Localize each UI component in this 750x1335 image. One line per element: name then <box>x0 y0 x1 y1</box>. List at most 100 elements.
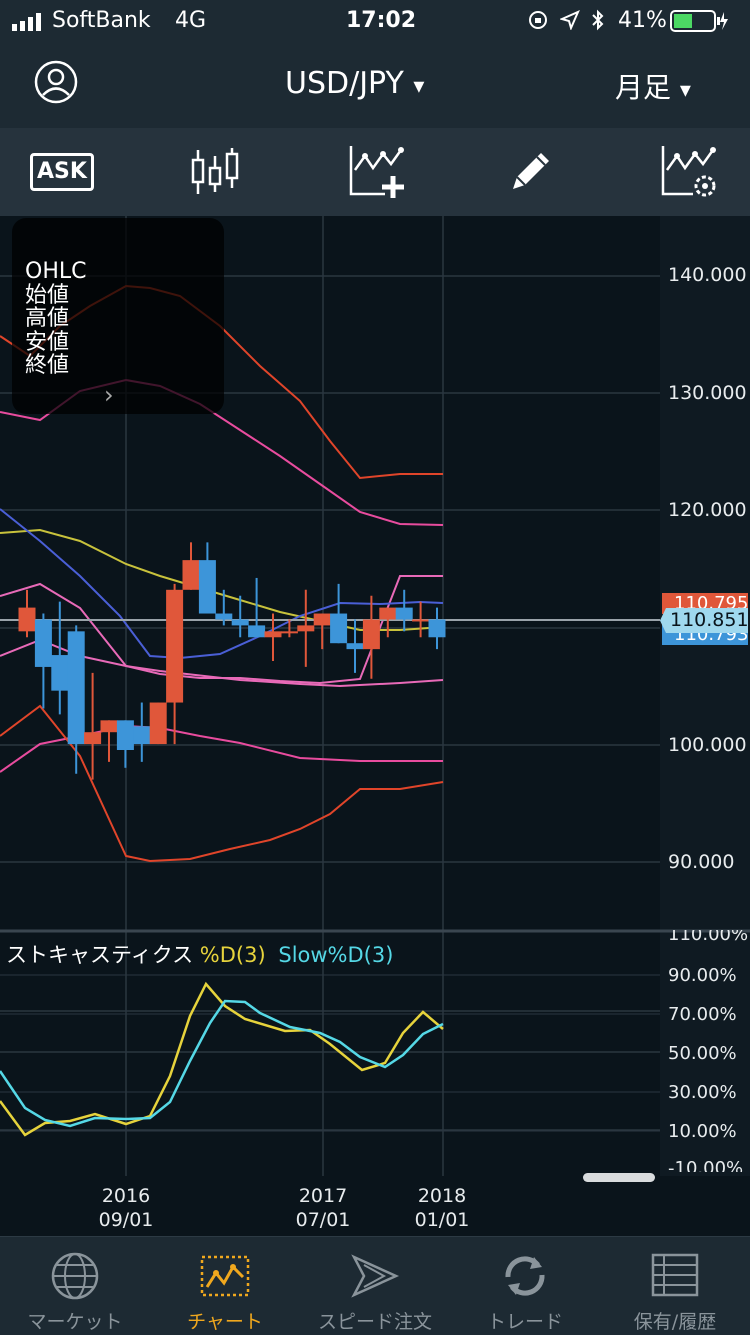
candle-body <box>313 613 331 626</box>
stochastic-slow-label: Slow%D(3) <box>278 943 394 967</box>
time-tick-date: 09/01 <box>98 1209 154 1231</box>
price-tick: 90.000 <box>668 851 735 873</box>
price-tick: 100.000 <box>668 734 747 756</box>
candle-body <box>100 720 118 733</box>
draw-tool-button[interactable] <box>495 140 565 204</box>
ohlc-high-label: 高値 <box>25 306 70 331</box>
candle-body <box>231 619 249 626</box>
account-button[interactable] <box>34 60 78 108</box>
current-price-tag: 110.851 <box>660 608 748 633</box>
time-tick-year: 2017 <box>298 1185 348 1207</box>
candle-body <box>215 613 233 620</box>
header-bar: USD/JPY ▾ 月足 ▾ <box>0 42 750 128</box>
candle-body <box>198 560 216 614</box>
currency-pair: USD/JPY <box>285 66 404 101</box>
candle-body <box>297 625 315 632</box>
tab-label: チャート <box>187 1311 263 1333</box>
bottom-tab-bar: マーケット チャート スピード注文 トレード 保有/履歴 <box>0 1236 750 1335</box>
ohlc-title: OHLC <box>25 259 87 284</box>
user-icon <box>34 60 78 104</box>
stoch-tick: 90.00% <box>668 965 737 986</box>
stochastic-title: ストキャスティクス <box>6 943 194 967</box>
tab-label: スピード注文 <box>317 1311 432 1333</box>
candle-body <box>182 560 200 590</box>
chevron-down-icon: ▾ <box>679 78 691 103</box>
period-label: 月足 <box>615 71 672 104</box>
network-type: 4G <box>175 8 207 33</box>
indicator-settings-button[interactable] <box>652 140 722 204</box>
clock: 17:02 <box>346 8 417 33</box>
chart-toolbar: ASK <box>0 128 750 216</box>
candle-body <box>395 607 413 620</box>
chart-icon <box>200 1255 250 1297</box>
time-tick-date: 01/01 <box>414 1209 470 1231</box>
candle-body <box>346 643 364 650</box>
candle-body <box>330 613 348 644</box>
tab-positions-history[interactable]: 保有/履歴 <box>600 1237 750 1335</box>
stoch-tick: 70.00% <box>668 1004 737 1025</box>
lock-rotation-icon <box>528 10 548 36</box>
bluetooth-icon <box>590 9 606 37</box>
ask-toggle-button[interactable]: ASK <box>27 140 97 204</box>
tab-trade[interactable]: トレード <box>450 1237 600 1335</box>
stoch-tick: 10.00% <box>668 1121 737 1142</box>
battery-percent: 41% <box>618 8 667 33</box>
time-tick-date: 07/01 <box>295 1209 351 1231</box>
candle-body <box>116 720 134 750</box>
speed-arrow-icon <box>351 1254 400 1298</box>
tab-speed-order[interactable]: スピード注文 <box>300 1237 450 1335</box>
stochastic-d-label: %D(3) <box>199 943 266 967</box>
price-tick: 120.000 <box>668 499 747 521</box>
location-icon <box>559 10 580 36</box>
globe-icon <box>51 1252 99 1300</box>
ohlc-info-panel[interactable]: OHLC 始値 高値 安値 終値 › <box>12 218 224 414</box>
tab-market[interactable]: マーケット <box>0 1237 150 1335</box>
bb-lower-3 <box>0 704 444 863</box>
refresh-icon <box>505 1256 545 1296</box>
candle-body <box>166 589 184 703</box>
stoch-tick: 110.00% <box>668 930 749 942</box>
ask-label: ASK <box>30 153 94 191</box>
ohlc-close-label: 終値 <box>25 353 70 378</box>
add-indicator-button[interactable] <box>340 140 410 204</box>
candle-body <box>51 655 69 691</box>
candle-body <box>34 619 52 667</box>
candle-body <box>248 625 266 638</box>
candle-body <box>84 732 102 745</box>
candlestick-type-button[interactable] <box>180 140 250 204</box>
add-indicator-icon <box>349 146 404 198</box>
scroll-indicator <box>583 1173 655 1182</box>
period-selector[interactable]: 月足 ▾ <box>615 66 691 106</box>
candle-body <box>67 631 85 745</box>
ohlc-open-label: 始値 <box>25 282 70 308</box>
tab-label: 保有/履歴 <box>633 1311 717 1333</box>
status-bar: SoftBank 4G 17:02 41% <box>0 0 750 42</box>
time-tick: 2017 07/01 <box>293 1184 353 1232</box>
pencil-icon <box>513 153 549 189</box>
indicator-settings-icon <box>661 146 716 197</box>
list-icon <box>651 1253 699 1297</box>
time-tick-year: 2016 <box>101 1185 151 1207</box>
candle-body <box>412 619 430 622</box>
time-tick: 2018 01/01 <box>412 1184 472 1232</box>
signal-icon <box>12 12 48 37</box>
stoch-slow-line <box>0 999 444 1128</box>
stoch-tick: 30.00% <box>668 1082 737 1103</box>
stoch-tick: -10.00% <box>668 1158 744 1172</box>
chevron-right-icon[interactable]: › <box>104 383 114 408</box>
currency-pair-selector[interactable]: USD/JPY ▾ <box>285 66 424 101</box>
candle-body <box>362 619 380 650</box>
candle-body <box>149 702 167 745</box>
stoch-tick: 50.00% <box>668 1043 737 1064</box>
candle-body <box>133 726 151 745</box>
chevron-down-icon: ▾ <box>413 74 425 99</box>
time-tick-year: 2018 <box>417 1185 467 1207</box>
candlestick-icon <box>191 148 239 194</box>
tab-chart[interactable]: チャート <box>150 1237 300 1335</box>
candle-body <box>280 631 298 634</box>
tab-label: トレード <box>486 1311 563 1333</box>
price-tick: 140.000 <box>668 264 747 286</box>
stochastic-grid <box>0 974 660 1132</box>
time-tick: 2016 09/01 <box>96 1184 156 1232</box>
price-tick: 130.000 <box>668 382 747 404</box>
